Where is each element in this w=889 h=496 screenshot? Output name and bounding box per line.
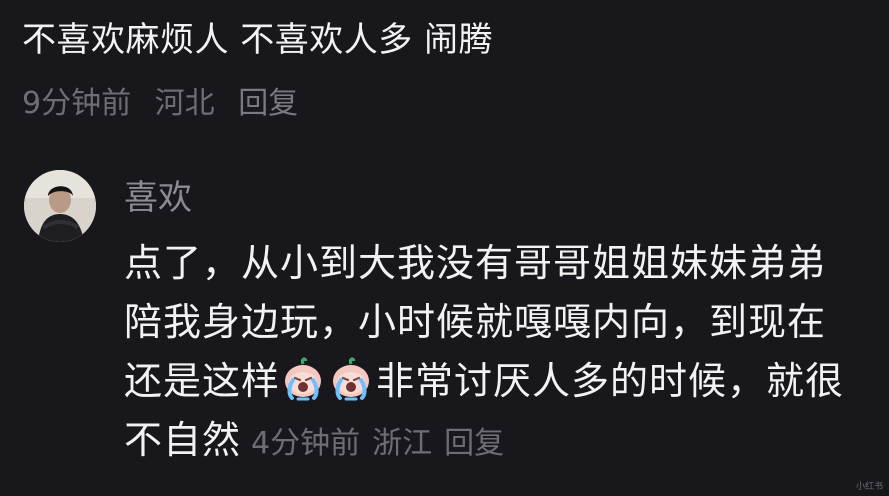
reply-location: 浙江 [372, 426, 433, 461]
comment-location: 河北 [154, 86, 215, 121]
comment-time: 9分钟前 [22, 86, 132, 121]
reply-meta: 4分钟前 浙江 回复 [251, 426, 516, 461]
comment-meta: 9分钟前 河北 回复 [22, 84, 862, 124]
crying-face-icon [285, 357, 322, 401]
avatar[interactable] [24, 170, 96, 242]
avatar-image [24, 170, 96, 242]
watermark: 小红书 [855, 482, 883, 492]
comment-text: 不喜欢麻烦人 不喜欢人多 闹腾 [22, 20, 494, 60]
reply-button[interactable]: 回复 [238, 86, 298, 121]
username[interactable]: 喜欢 [124, 176, 854, 220]
reply-content: 点了，从小到大我没有哥哥姐姐妹妹弟弟陪我身边玩，小时候就嘎嘎内向，到现在还是这样… [124, 234, 854, 473]
reply-button[interactable]: 回复 [444, 426, 504, 461]
reply-body: 喜欢 点了，从小到大我没有哥哥姐姐妹妹弟弟陪我身边玩，小时候就嘎嘎内向，到现在还… [124, 176, 854, 473]
top-comment: 不喜欢麻烦人 不喜欢人多 闹腾 9分钟前 河北 回复 [22, 18, 862, 124]
crying-face-icon [333, 357, 370, 401]
reply-time: 4分钟前 [251, 426, 361, 461]
